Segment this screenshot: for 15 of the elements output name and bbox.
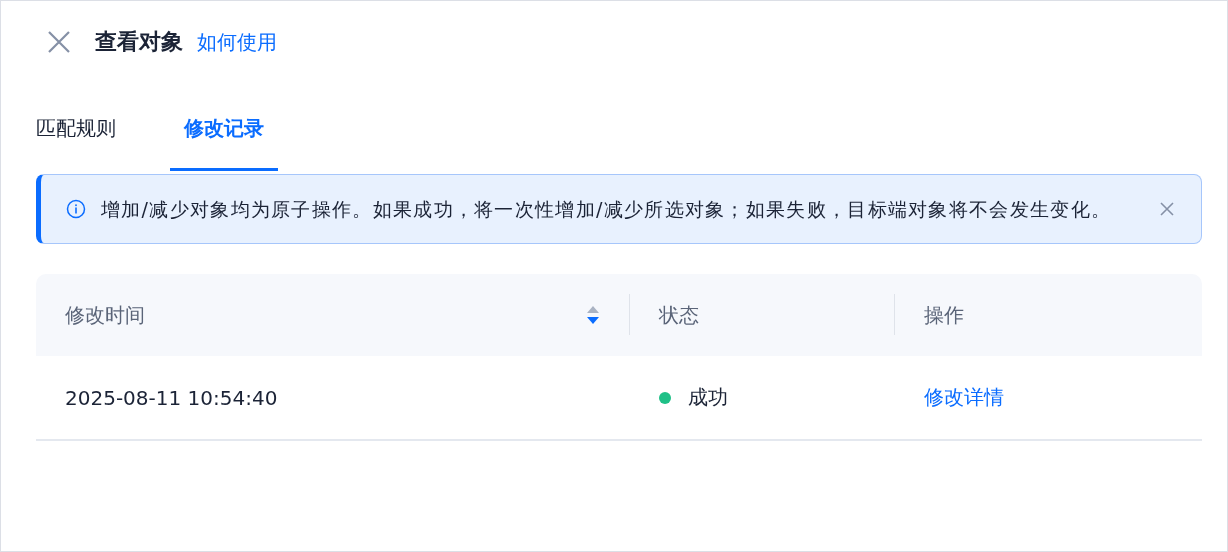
column-header: 状态	[659, 301, 699, 329]
tab[interactable]: 修改记录	[170, 115, 278, 171]
info-icon	[66, 199, 86, 219]
sort-icon[interactable]	[586, 305, 600, 325]
time-cell: 2025-08-11 10:54:40	[65, 385, 278, 410]
alert-message: 增加/减少对象均为原子操作。如果成功，将一次性增加/减少所选对象；如果失败，目标端对象将不会发生变化。	[101, 197, 1113, 222]
page-title: 查看对象	[95, 28, 183, 56]
column-header: 操作	[924, 301, 964, 329]
detail-link[interactable]: 修改详情	[924, 384, 1004, 411]
help-link[interactable]: 如何使用	[197, 28, 277, 56]
status-text: 成功	[688, 384, 728, 411]
column-header: 修改时间	[65, 301, 145, 329]
close-icon[interactable]	[1159, 201, 1175, 217]
close-icon[interactable]	[47, 30, 71, 54]
tab[interactable]: 匹配规则	[36, 115, 130, 171]
